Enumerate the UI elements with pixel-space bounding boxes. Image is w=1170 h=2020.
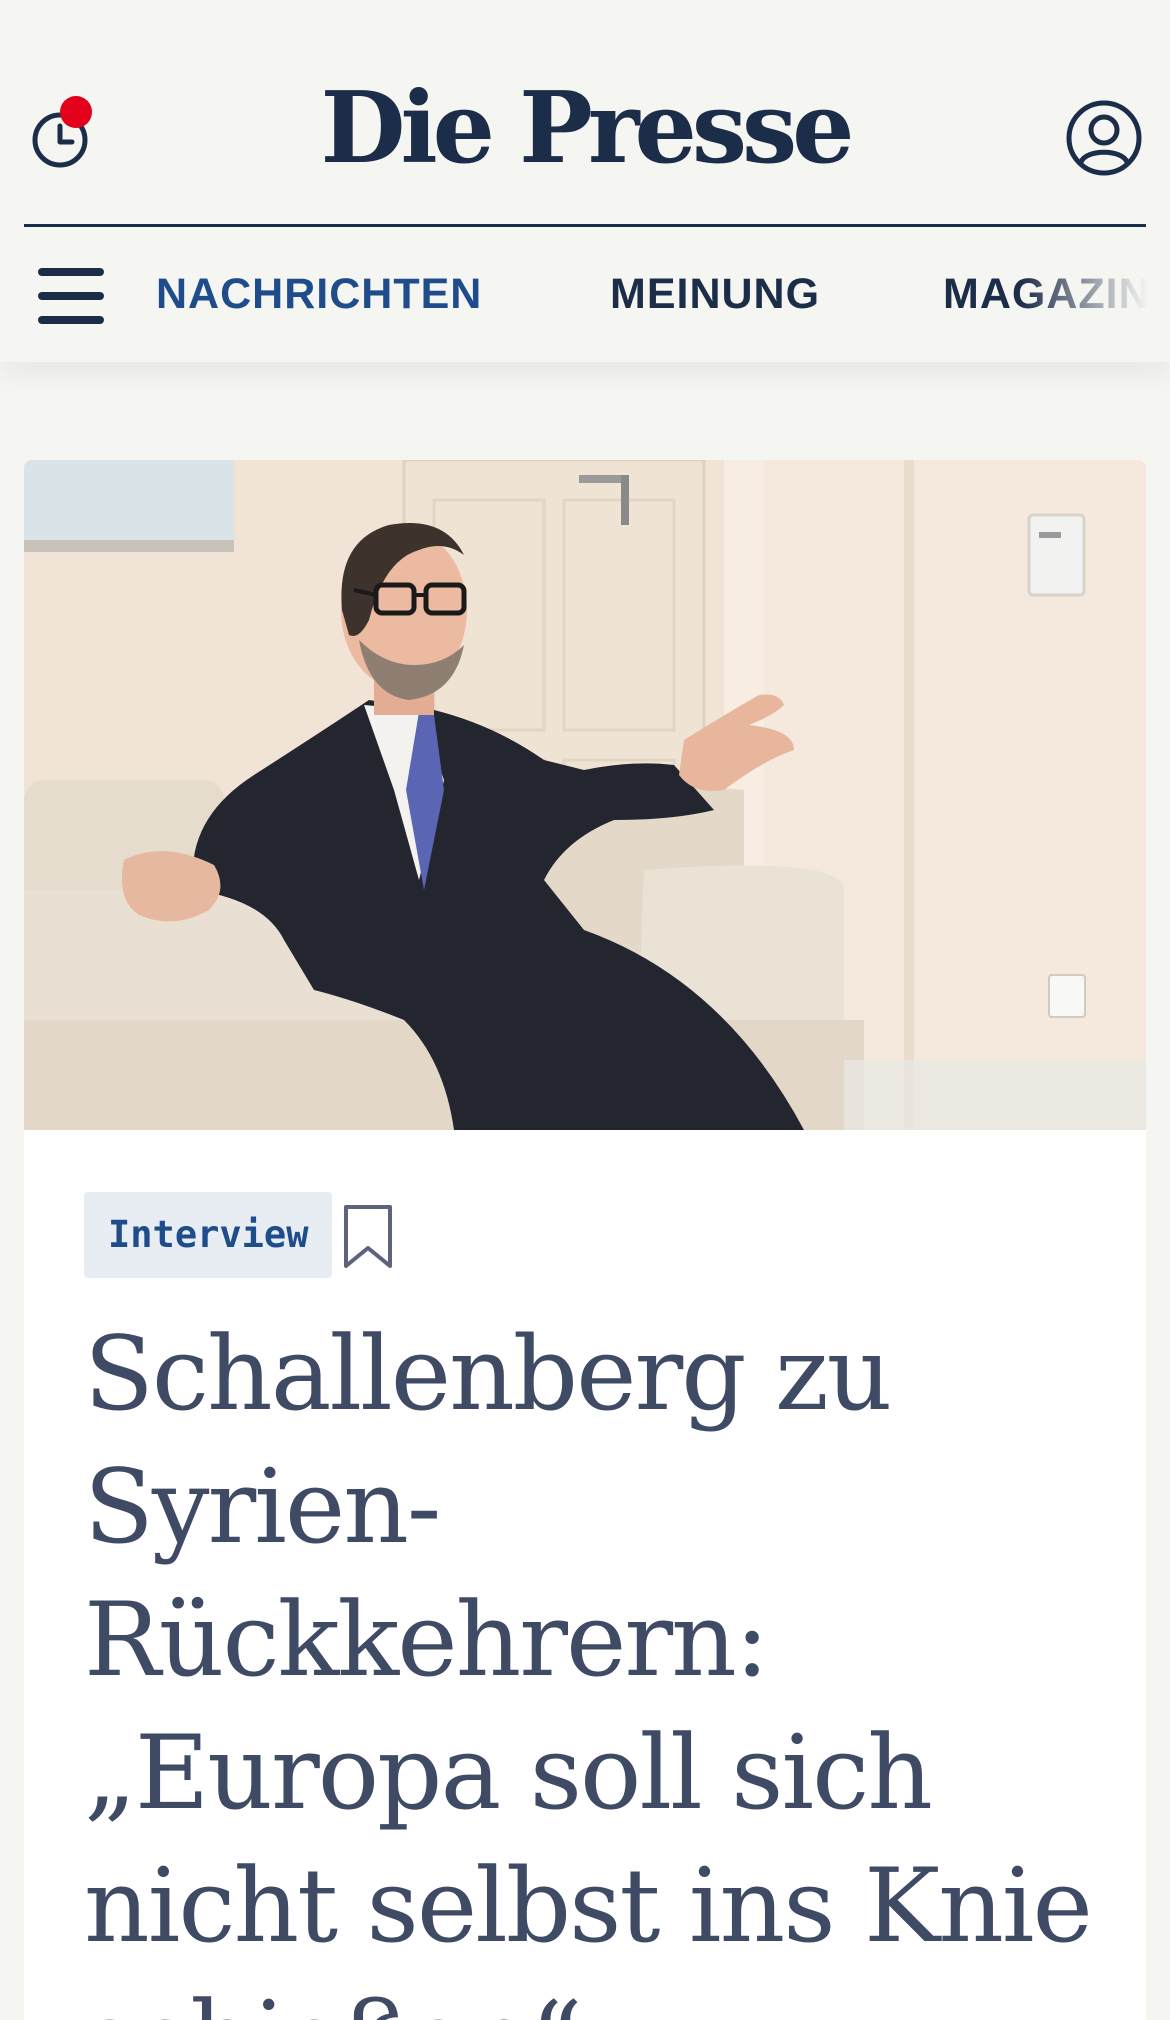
article-card[interactable]: Interview Schallenberg zu Syrien-Rückkeh… bbox=[24, 460, 1146, 2020]
nav-item-magazin[interactable]: MAGAZIN bbox=[943, 270, 1151, 319]
photo-illustration bbox=[24, 460, 1146, 1130]
header-top-row: Die Presse bbox=[0, 60, 1170, 220]
hamburger-menu-icon[interactable] bbox=[38, 268, 106, 324]
header-divider bbox=[24, 224, 1146, 227]
article-photo[interactable] bbox=[24, 460, 1146, 1130]
account-button[interactable] bbox=[1064, 98, 1144, 178]
category-tag[interactable]: Interview bbox=[84, 1192, 333, 1278]
nav-item-meinung[interactable]: MEINUNG bbox=[610, 270, 820, 319]
section-nav: NACHRICHTEN MEINUNG MAGAZIN bbox=[0, 228, 1170, 362]
site-header: Die Presse NACHRICHTEN MEINUNG MAGAZIN bbox=[0, 0, 1170, 362]
article-headline[interactable]: Schallenberg zu Syrien-Rückkehrern: „Eur… bbox=[84, 1308, 1094, 2020]
nav-item-nachrichten[interactable]: NACHRICHTEN bbox=[156, 270, 482, 319]
bookmark-icon[interactable] bbox=[342, 1204, 394, 1270]
user-circle-icon bbox=[1066, 100, 1142, 176]
site-logo[interactable]: Die Presse bbox=[0, 80, 1170, 178]
